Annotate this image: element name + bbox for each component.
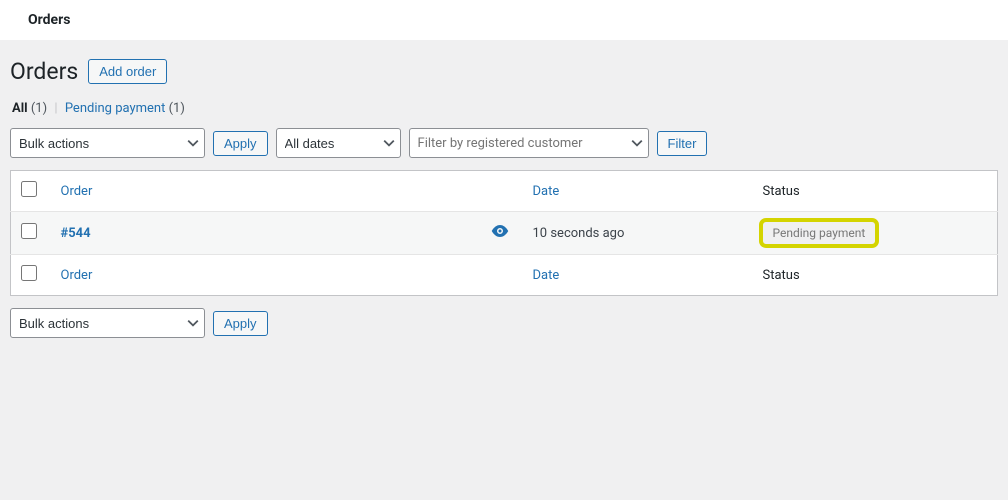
filter-pending-count: (1) [169, 101, 185, 116]
dates-wrap: All dates [276, 128, 401, 158]
row-checkbox[interactable] [21, 223, 37, 239]
row-checkbox-cell [11, 212, 51, 255]
bulk-actions-select[interactable]: Bulk actions [10, 128, 205, 158]
status-filter-links: All (1) | Pending payment (1) [12, 101, 998, 116]
table-footer-row: Order Date Status [11, 255, 998, 296]
row-date-cell: 10 seconds ago [523, 212, 753, 255]
col-header-order[interactable]: Order [51, 171, 481, 212]
row-order-cell: #544 [51, 212, 481, 255]
col-header-date[interactable]: Date [523, 171, 753, 212]
status-badge: Pending payment [763, 222, 876, 244]
page-header: Orders Add order [10, 58, 998, 85]
order-link[interactable]: #544 [61, 226, 91, 241]
admin-topbar: Orders [0, 0, 1008, 40]
row-preview-cell [481, 212, 523, 255]
customer-filter-placeholder: Filter by registered customer [418, 136, 583, 151]
add-order-button[interactable]: Add order [88, 59, 167, 84]
main-content: Orders Add order All (1) | Pending payme… [0, 40, 1008, 358]
filter-all[interactable]: All (1) [12, 101, 50, 116]
col-header-preview [481, 171, 523, 212]
apply-bulk-button[interactable]: Apply [213, 131, 268, 156]
bulk-actions-bottom-wrap: Bulk actions [10, 308, 205, 338]
filter-pending[interactable]: Pending payment (1) [65, 101, 185, 116]
bulk-actions-select-bottom[interactable]: Bulk actions [10, 308, 205, 338]
table-header-row: Order Date Status [11, 171, 998, 212]
orders-table: Order Date Status #544 10 seconds [10, 170, 998, 296]
topbar-title: Orders [28, 12, 70, 28]
bulk-actions-wrap: Bulk actions [10, 128, 205, 158]
select-all-checkbox-top[interactable] [21, 181, 37, 197]
select-all-header [11, 171, 51, 212]
separator: | [54, 101, 57, 116]
select-all-checkbox-bottom[interactable] [21, 265, 37, 281]
customer-filter-select[interactable]: Filter by registered customer [409, 128, 649, 158]
dates-select[interactable]: All dates [276, 128, 401, 158]
filter-all-count: (1) [31, 101, 47, 116]
col-header-status: Status [753, 171, 998, 212]
filter-pending-label: Pending payment [65, 101, 166, 116]
filter-button[interactable]: Filter [657, 131, 708, 156]
filter-row: Bulk actions Apply All dates Filter by r… [10, 128, 998, 158]
customer-wrap: Filter by registered customer [409, 128, 649, 158]
col-footer-status: Status [753, 255, 998, 296]
page-title: Orders [10, 58, 78, 85]
table-row[interactable]: #544 10 seconds ago Pending payment [11, 212, 998, 255]
col-footer-order[interactable]: Order [51, 255, 481, 296]
bottom-actions: Bulk actions Apply [10, 308, 998, 338]
col-footer-date[interactable]: Date [523, 255, 753, 296]
eye-icon[interactable] [491, 226, 509, 241]
select-all-footer [11, 255, 51, 296]
col-footer-preview [481, 255, 523, 296]
filter-all-label: All [12, 101, 28, 116]
row-status-cell: Pending payment [753, 212, 998, 255]
apply-bulk-button-bottom[interactable]: Apply [213, 311, 268, 336]
